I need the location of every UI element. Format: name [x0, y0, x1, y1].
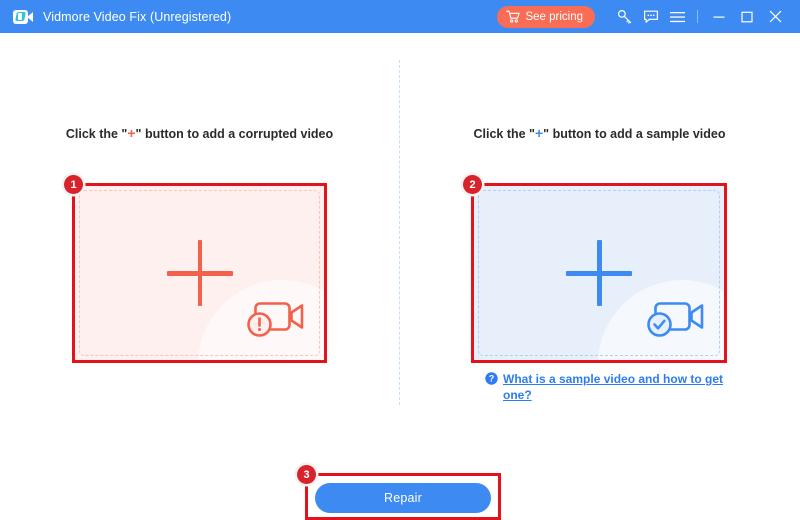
video-camera-error-icon: [245, 293, 307, 346]
corrupted-video-panel: Click the "+" button to add a corrupted …: [0, 33, 399, 363]
title-bar: Vidmore Video Fix (Unregistered) See pri…: [0, 0, 800, 33]
app-title: Vidmore Video Fix (Unregistered): [43, 9, 232, 24]
video-camera-verified-icon: [645, 293, 707, 346]
step-badge-1: 1: [64, 175, 83, 194]
see-pricing-label: See pricing: [525, 10, 583, 23]
sample-video-panel: Click the "+" button to add a sample vid…: [399, 33, 800, 402]
sample-video-caption: Click the "+" button to add a sample vid…: [399, 125, 800, 141]
plus-icon-inline: +: [534, 125, 544, 141]
shopping-cart-icon: [506, 10, 521, 23]
caption-text-after: " button to add a sample video: [543, 127, 726, 141]
corrupted-video-dropzone[interactable]: [75, 186, 324, 360]
maximize-button[interactable]: [733, 4, 761, 30]
corrupted-video-caption: Click the "+" button to add a corrupted …: [0, 125, 399, 141]
question-circle-icon: ?: [485, 372, 498, 390]
sample-video-help-link[interactable]: What is a sample video and how to get on…: [503, 371, 733, 403]
step-badge-2: 2: [463, 175, 482, 194]
caption-text-before: Click the ": [65, 127, 128, 141]
plus-icon[interactable]: [566, 240, 632, 306]
caption-text-before: Click the ": [473, 127, 535, 141]
plus-icon[interactable]: [166, 240, 233, 306]
caption-text-after: " button to add a corrupted video: [135, 127, 334, 141]
repair-button[interactable]: Repair: [315, 483, 491, 513]
close-button[interactable]: [761, 4, 789, 30]
menu-hamburger-icon[interactable]: [664, 4, 690, 30]
titlebar-divider: [697, 10, 698, 23]
video-camera-logo-icon: [13, 9, 34, 25]
feedback-chat-icon[interactable]: [638, 4, 664, 30]
register-key-icon[interactable]: [612, 4, 638, 30]
see-pricing-button[interactable]: See pricing: [497, 5, 595, 28]
sample-video-dropzone[interactable]: [474, 186, 724, 360]
plus-icon-inline: +: [127, 125, 136, 141]
minimize-button[interactable]: [705, 4, 733, 30]
svg-text:?: ?: [489, 374, 495, 384]
sample-video-help-row[interactable]: ? What is a sample video and how to get …: [485, 371, 733, 403]
step-badge-3: 3: [297, 465, 316, 484]
main-content: Click the "+" button to add a corrupted …: [0, 33, 800, 520]
